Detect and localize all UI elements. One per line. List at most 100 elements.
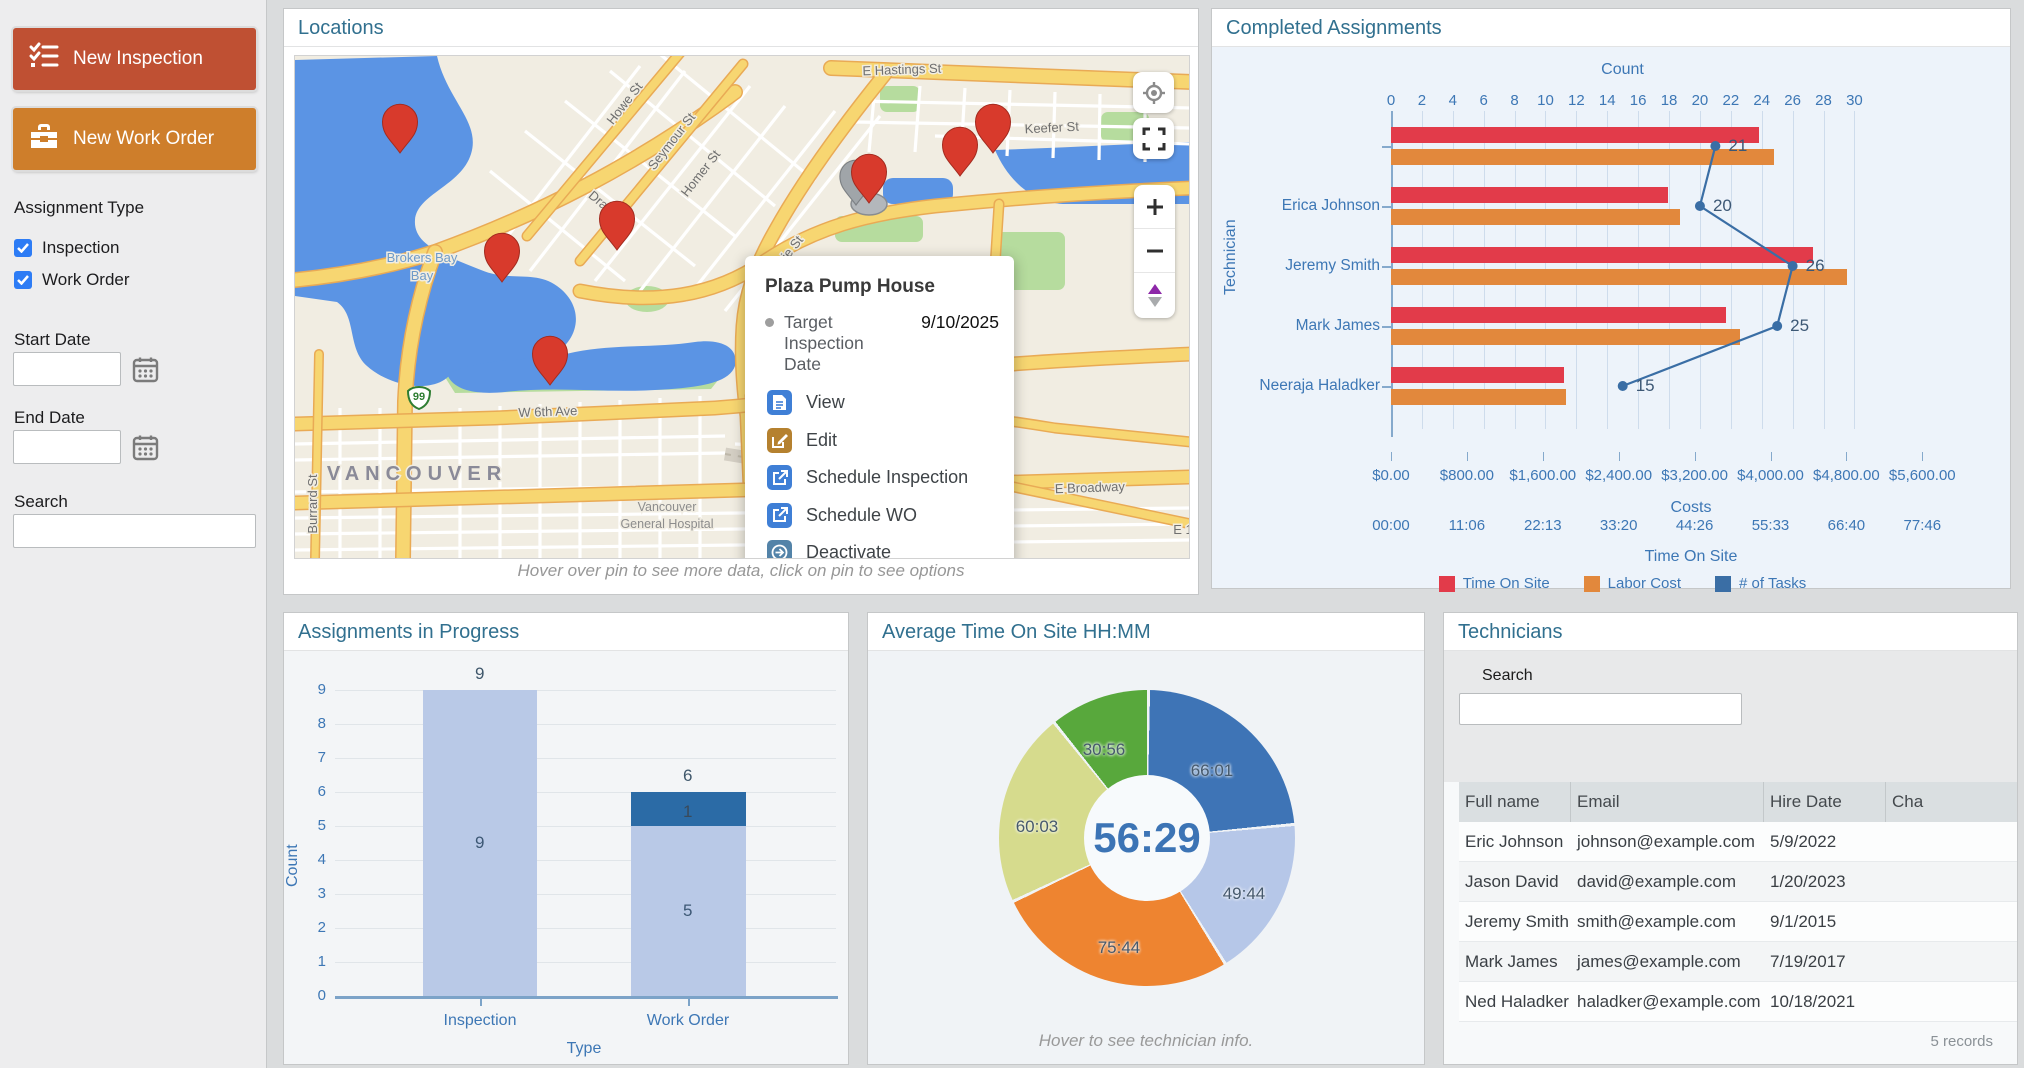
y-tick-label: 2: [292, 919, 326, 936]
new-inspection-label: New Inspection: [73, 48, 203, 70]
checkbox[interactable]: [14, 271, 32, 289]
new-inspection-button[interactable]: New Inspection: [13, 28, 256, 90]
table-row[interactable]: Ned Haladkerhaladker@example.com10/18/20…: [1459, 982, 2017, 1022]
tasks-point[interactable]: [1710, 141, 1720, 151]
popup-menu-label: Edit: [806, 430, 837, 451]
legend-item: Time On Site: [1439, 575, 1550, 592]
gridline: [335, 860, 836, 861]
start-date-input[interactable]: [13, 352, 121, 386]
popup-menu-item-schedule-wo[interactable]: Schedule WO: [767, 503, 917, 528]
toolbox-icon: [29, 122, 59, 156]
tilt-control[interactable]: [1134, 273, 1175, 318]
popup-menu-item-deactivate[interactable]: Deactivate: [767, 540, 891, 559]
column-header[interactable]: Cha: [1886, 782, 2017, 822]
column-header[interactable]: Hire Date: [1764, 782, 1886, 822]
bar-labor-cost[interactable]: [1391, 389, 1566, 405]
table-row[interactable]: Eric Johnsonjohnson@example.com5/9/2022: [1459, 822, 2017, 862]
street-label: VANCOUVER: [327, 463, 507, 485]
column-header[interactable]: Email: [1571, 782, 1764, 822]
tasks-point[interactable]: [1788, 261, 1798, 271]
costs-tick-mark: [1695, 452, 1696, 461]
calendar-icon[interactable]: [132, 356, 159, 383]
column-header[interactable]: Full name: [1459, 782, 1571, 822]
fullscreen-button[interactable]: [1133, 118, 1174, 159]
costs-tick-mark: [1391, 452, 1392, 461]
street-label: Vancouver: [638, 500, 697, 514]
tasks-point[interactable]: [1618, 381, 1628, 391]
start-date-label: Start Date: [14, 330, 91, 350]
category-label: Erica Johnson: [1240, 197, 1380, 215]
external-link-icon: [767, 503, 792, 528]
popup-menu-item-edit[interactable]: Edit: [767, 428, 837, 453]
donut-slice-label: 66:01: [1172, 761, 1252, 781]
table-cell: Eric Johnson: [1459, 832, 1571, 852]
sidebar-search-input[interactable]: [13, 514, 256, 548]
legend-label: Labor Cost: [1608, 575, 1681, 592]
average-time-chart: Hover to see technician info. 66:0149:44…: [868, 651, 1424, 1064]
popup-menu-label: Deactivate: [806, 542, 891, 559]
tasks-point[interactable]: [1772, 321, 1782, 331]
average-time-title: Average Time On Site HH:MM: [868, 613, 1424, 651]
table-row[interactable]: Mark Jamesjames@example.com7/19/2017: [1459, 942, 2017, 982]
park: [880, 86, 920, 112]
street-label: Burrard St: [305, 474, 320, 534]
zoom-out-button[interactable]: [1134, 229, 1175, 273]
costs-tick-mark: [1922, 452, 1923, 461]
locate-button[interactable]: [1133, 72, 1174, 113]
segment-value-label: 5: [683, 901, 692, 921]
popup-field-value: 9/10/2025: [892, 312, 999, 375]
assignment-type-option[interactable]: Work Order: [14, 270, 130, 290]
street-label: Brokers Bay: [387, 250, 458, 265]
map-canvas: E Hastings StKeefer StHowe StSeymour StH…: [295, 56, 1190, 559]
time-on-site-axis-title: Time On Site: [1391, 548, 1991, 566]
pin-popup: Plaza Pump House Target Inspection Date …: [745, 256, 1014, 559]
costs-tick-mark: [1619, 452, 1620, 461]
table-cell: Ned Haladker: [1459, 992, 1571, 1012]
assignment-type-label: Assignment Type: [14, 198, 144, 218]
table-cell: 9/1/2015: [1764, 912, 1886, 932]
zoom-in-button[interactable]: [1134, 185, 1175, 229]
popup-menu-item-schedule-inspection[interactable]: Schedule Inspection: [767, 465, 968, 490]
costs-tick-label: $5,600.00: [1877, 467, 1967, 484]
gridline: [335, 962, 836, 963]
end-date-input[interactable]: [13, 430, 121, 464]
legend-item: # of Tasks: [1715, 575, 1806, 592]
average-time-panel: Average Time On Site HH:MM Hover to see …: [867, 612, 1425, 1065]
gridline: [335, 690, 836, 691]
table-row[interactable]: Jeremy Smithsmith@example.com9/1/2015: [1459, 902, 2017, 942]
table-cell: david@example.com: [1571, 872, 1764, 892]
bullet-icon: [765, 318, 774, 327]
donut-slice-label: 75:44: [1079, 938, 1159, 958]
street-label: Keefer St: [1024, 119, 1079, 137]
calendar-icon[interactable]: [132, 434, 159, 461]
x-tick-mark: [480, 998, 482, 1006]
tasks-point-label: 21: [1728, 136, 1747, 156]
popup-menu-item-view[interactable]: View: [767, 390, 845, 415]
shield-number: 99: [413, 391, 425, 403]
checkbox[interactable]: [14, 239, 32, 257]
x-tick-mark: [688, 998, 690, 1006]
table-cell: 1/20/2023: [1764, 872, 1886, 892]
map[interactable]: E Hastings StKeefer StHowe StSeymour StH…: [294, 55, 1190, 559]
assignment-type-option[interactable]: Inspection: [14, 238, 120, 258]
checklist-icon: [29, 42, 59, 76]
x-category-label: Work Order: [618, 1012, 758, 1030]
gridline: [335, 894, 836, 895]
technicians-panel: Technicians Search Full nameEmailHire Da…: [1443, 612, 2018, 1065]
costs-axis-title: Costs: [1391, 499, 1991, 517]
street-label: Bay: [411, 268, 434, 283]
table-row[interactable]: Jason Daviddavid@example.com1/20/2023: [1459, 862, 2017, 902]
popup-title: Plaza Pump House: [765, 276, 999, 298]
tasks-point[interactable]: [1695, 201, 1705, 211]
total-value-label: 6: [683, 766, 692, 786]
donut-slice-label: 30:56: [1064, 740, 1144, 760]
gridline: [335, 758, 836, 759]
checkbox-label: Inspection: [42, 238, 120, 258]
new-work-order-button[interactable]: New Work Order: [13, 108, 256, 170]
donut-hint: Hover to see technician info.: [868, 1031, 1424, 1051]
table-cell: 10/18/2021: [1764, 992, 1886, 1012]
category-label: Jeremy Smith: [1240, 257, 1380, 275]
tasks-point-label: 26: [1806, 256, 1825, 276]
technicians-search-input[interactable]: [1459, 693, 1742, 725]
table-cell: 7/19/2017: [1764, 952, 1886, 972]
